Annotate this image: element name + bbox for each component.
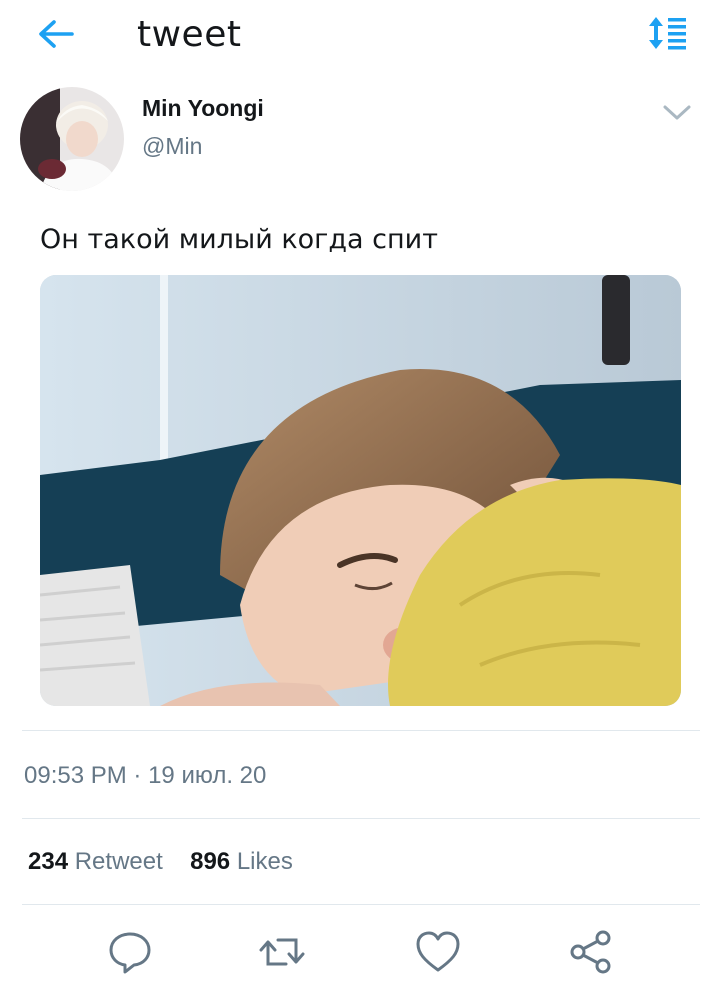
share-icon	[570, 930, 611, 974]
like-label[interactable]: Likes	[237, 848, 293, 875]
tweet-date: 19 июл. 20	[148, 762, 267, 789]
share-button[interactable]	[567, 928, 615, 976]
more-options-button[interactable]	[660, 100, 694, 124]
heart-icon	[416, 931, 460, 972]
back-button[interactable]	[36, 16, 76, 52]
action-bar	[0, 928, 720, 980]
author-name[interactable]: Min Yoongi	[142, 95, 264, 122]
chevron-down-icon	[663, 105, 691, 120]
sort-button[interactable]	[644, 14, 690, 52]
avatar[interactable]	[20, 87, 124, 191]
tweet-timestamp: 09:53 PM · 19 июл. 20	[24, 762, 266, 790]
divider	[22, 730, 700, 731]
retweet-button[interactable]	[258, 928, 306, 976]
reply-button[interactable]	[106, 928, 154, 976]
retweet-count[interactable]: 234	[28, 848, 68, 875]
divider	[22, 818, 700, 819]
divider	[22, 904, 700, 905]
tweet-text: Он такой милый когда спит	[40, 224, 438, 255]
like-count[interactable]: 896	[190, 848, 230, 875]
top-bar: tweet	[0, 0, 720, 70]
tweet-stats: 234 Retweet 896 Likes	[28, 848, 293, 876]
arrow-left-icon	[39, 20, 74, 48]
timestamp-separator: ·	[133, 762, 142, 789]
page-title: tweet	[137, 14, 242, 55]
reply-icon	[109, 932, 151, 974]
author-handle[interactable]: @Min	[142, 133, 202, 160]
like-button[interactable]	[414, 928, 462, 976]
tweet-time: 09:53 PM	[24, 762, 127, 789]
sort-list-icon	[649, 17, 686, 50]
retweet-icon	[259, 938, 305, 966]
tweet-photo[interactable]	[40, 275, 681, 706]
retweet-label[interactable]: Retweet	[75, 848, 163, 875]
